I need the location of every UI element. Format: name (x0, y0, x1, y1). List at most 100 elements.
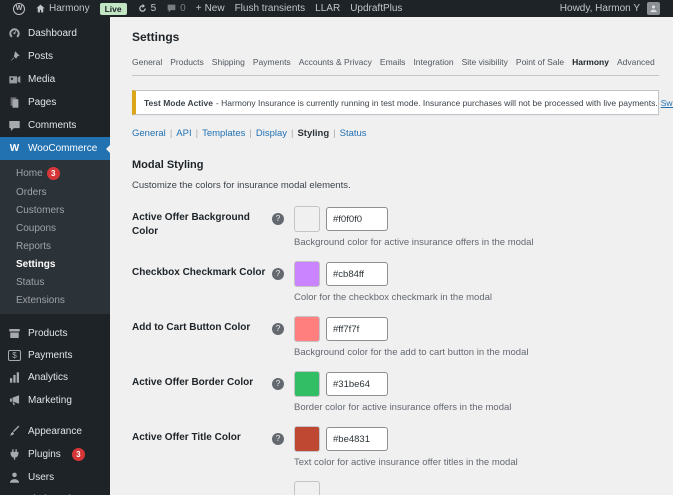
submenu-item-coupons[interactable]: Coupons (0, 219, 110, 237)
sidebar-item-label: Dashboard (28, 28, 77, 39)
setting-label: Add to Cart Button Color (132, 322, 251, 333)
sidebar-item-payments[interactable]: $ Payments (0, 345, 110, 366)
tab-products[interactable]: Products (170, 57, 204, 67)
sidebar-item-products[interactable]: Products (0, 322, 110, 345)
color-value-input[interactable] (326, 372, 388, 396)
setting-description: Background color for active insurance of… (294, 237, 534, 248)
media-icon (8, 73, 21, 86)
tab-point-of-sale[interactable]: Point of Sale (516, 57, 564, 67)
submenu-item-customers[interactable]: Customers (0, 201, 110, 219)
submenu-item-settings[interactable]: Settings (0, 255, 110, 273)
sidebar-item-posts[interactable]: Posts (0, 45, 110, 68)
products-box-icon (8, 327, 21, 340)
setting-control: Border color for active insurance offers… (294, 371, 511, 413)
submenu-item-orders[interactable]: Orders (0, 183, 110, 201)
help-icon[interactable]: ? (272, 213, 284, 225)
color-swatch[interactable] (294, 261, 320, 287)
sidebar-item-comments[interactable]: Comments (0, 114, 110, 137)
sidebar-item-label: Analytics (28, 372, 69, 383)
site-name-label: Harmony (49, 3, 90, 14)
sidebar-item-label: Media (28, 74, 56, 85)
plus-icon: + (195, 3, 202, 14)
payments-icon: $ (8, 350, 21, 361)
subnav-status[interactable]: Status (340, 128, 367, 139)
color-swatch[interactable] (294, 371, 320, 397)
sidebar-item-label: Pages (28, 97, 57, 108)
submenu-item-home[interactable]: Home 3 (0, 163, 110, 183)
user-avatar-icon (650, 5, 657, 13)
tab-site-visibility[interactable]: Site visibility (462, 57, 508, 67)
comments-link[interactable]: 0 (161, 3, 191, 14)
site-name-link[interactable]: Harmony (30, 3, 95, 14)
color-value-input[interactable] (326, 262, 388, 286)
pages-icon (8, 96, 21, 109)
subnav-separator: | (249, 128, 252, 139)
update-icon (138, 3, 146, 12)
sidebar-item-dashboard[interactable]: Dashboard (0, 22, 110, 45)
section-title: Modal Styling (132, 159, 204, 171)
color-swatch[interactable] (294, 426, 320, 452)
subnav-general[interactable]: General (132, 128, 166, 139)
sidebar-item-marketing[interactable]: Marketing (0, 389, 110, 412)
sidebar-item-analytics[interactable]: Analytics (0, 366, 110, 389)
subnav-display[interactable]: Display (256, 128, 287, 139)
updates-count: 5 (150, 3, 157, 14)
sidebar-item-plugins[interactable]: Plugins 3 (0, 443, 110, 466)
subnav-styling[interactable]: Styling (297, 128, 329, 139)
tab-accounts-privacy[interactable]: Accounts & Privacy (299, 57, 372, 67)
page-title: Settings (132, 30, 180, 44)
submenu-item-status[interactable]: Status (0, 273, 110, 291)
help-icon[interactable]: ? (272, 433, 284, 445)
tab-integration[interactable]: Integration (413, 57, 453, 67)
submenu-item-reports[interactable]: Reports (0, 237, 110, 255)
comments-icon (8, 119, 21, 132)
tab-payments[interactable]: Payments (253, 57, 291, 67)
submenu-item-extensions[interactable]: Extensions (0, 291, 110, 309)
tab-advanced[interactable]: Advanced (617, 57, 655, 67)
sidebar-item-appearance[interactable]: Appearance (0, 420, 110, 443)
updraftplus-link[interactable]: UpdraftPlus (345, 3, 407, 14)
subnav-api[interactable]: API (176, 128, 191, 139)
tab-emails[interactable]: Emails (380, 57, 406, 67)
flush-transients-label: Flush transients (234, 3, 306, 14)
woocommerce-icon: W (9, 143, 20, 154)
color-value-input[interactable] (326, 207, 388, 231)
live-badge-label: Live (99, 2, 127, 15)
settings-tabs: General Products Shipping Payments Accou… (132, 57, 659, 76)
help-icon[interactable]: ? (272, 323, 284, 335)
help-icon[interactable]: ? (272, 268, 284, 280)
tab-general[interactable]: General (132, 57, 162, 67)
color-value-input[interactable] (326, 317, 388, 341)
woocommerce-submenu: Home 3 Orders Customers Coupons Reports S… (0, 160, 110, 314)
home-badge: 3 (46, 166, 60, 180)
setting-description: Border color for active insurance offers… (294, 402, 512, 413)
tab-harmony[interactable]: Harmony (572, 57, 609, 67)
wordpress-logo-icon: W (13, 2, 25, 15)
updates-link[interactable]: 5 (132, 3, 162, 14)
llar-link[interactable]: LLAR (310, 3, 345, 14)
tab-shipping[interactable]: Shipping (212, 57, 245, 67)
sidebar-item-media[interactable]: Media (0, 68, 110, 91)
switch-to-live-mode-link[interactable]: Switch to Live Mode (661, 98, 673, 108)
wordpress-menu[interactable]: W (8, 2, 30, 15)
color-value-input[interactable] (326, 427, 388, 451)
subnav-templates[interactable]: Templates (202, 128, 245, 139)
new-label: New (204, 3, 225, 14)
color-swatch[interactable] (294, 316, 320, 342)
new-content-link[interactable]: + New (191, 3, 230, 14)
sidebar-item-limit-login-attempts[interactable]: Limit Login Attempts (0, 489, 110, 495)
comments-bubble-icon (167, 4, 176, 13)
admin-sidebar: Dashboard Posts Media Pages Comments W W… (0, 17, 110, 495)
setting-description: Text color for active insurance offer ti… (294, 457, 518, 468)
live-badge: Live (95, 2, 132, 15)
account-menu[interactable]: Howdy, Harmon Y (555, 2, 665, 15)
sidebar-item-pages[interactable]: Pages (0, 91, 110, 114)
setting-control: Color for the checkbox checkmark in the … (294, 261, 492, 303)
flush-transients-link[interactable]: Flush transients (230, 3, 311, 14)
next-row-color-swatch-partial[interactable] (294, 481, 320, 495)
sidebar-item-label: Products (28, 328, 68, 339)
sidebar-item-woocommerce[interactable]: W WooCommerce (0, 137, 110, 160)
help-icon[interactable]: ? (272, 378, 284, 390)
sidebar-item-users[interactable]: Users (0, 466, 110, 489)
color-swatch[interactable] (294, 206, 320, 232)
